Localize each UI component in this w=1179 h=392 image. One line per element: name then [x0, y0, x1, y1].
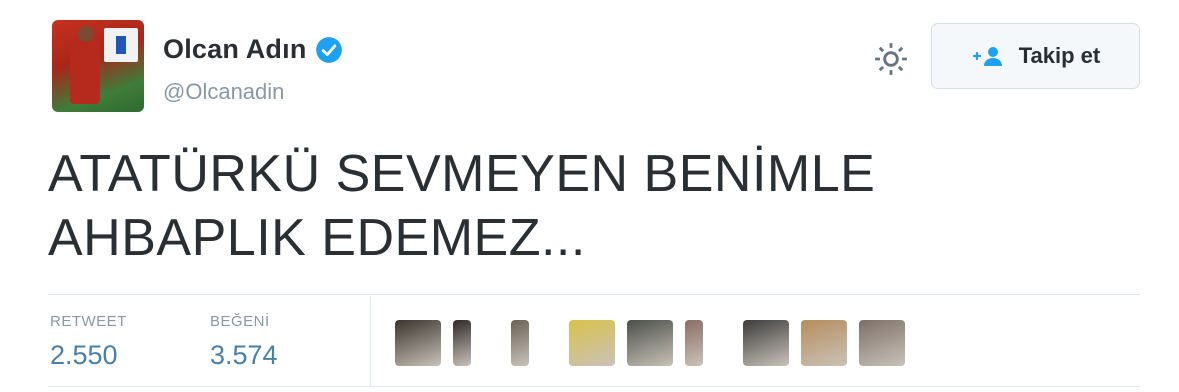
divider-vertical — [370, 296, 371, 386]
player-figure — [70, 34, 100, 104]
liker-avatar-1[interactable] — [395, 320, 441, 366]
avatar[interactable] — [52, 20, 144, 112]
like-stat[interactable]: BEĞENİ 3.574 — [210, 313, 278, 371]
liker-avatar-9[interactable] — [859, 320, 905, 366]
liker-avatar-7[interactable] — [743, 320, 789, 366]
like-label: BEĞENİ — [210, 313, 270, 330]
liker-avatar-3[interactable] — [511, 320, 529, 366]
follow-button[interactable]: Takip et — [931, 23, 1140, 89]
liker-avatar-8[interactable] — [801, 320, 847, 366]
tweet-line-2: AHBAPLIK EDEMEZ... — [48, 209, 586, 267]
retweet-stat[interactable]: RETWEET 2.550 — [50, 313, 127, 371]
liker-avatar-5[interactable] — [627, 320, 673, 366]
divider-bottom — [48, 386, 1140, 387]
retweet-count: 2.550 — [50, 340, 118, 370]
user-handle[interactable]: @Olcanadin — [163, 79, 284, 105]
tweet-line-1: ATATÜRKÜ SEVMEYEN BENİMLE — [48, 145, 876, 203]
likers-avatar-list — [395, 320, 917, 366]
follow-label: Takip et — [1018, 43, 1101, 68]
divider-top — [48, 294, 1140, 295]
add-user-icon — [972, 47, 1002, 66]
liker-avatar-2[interactable] — [453, 320, 471, 366]
player-head — [78, 26, 94, 42]
sponsor-board — [104, 28, 138, 62]
retweet-label: RETWEET — [50, 313, 127, 330]
display-name[interactable]: Olcan Adın — [163, 34, 307, 65]
gear-icon[interactable] — [872, 40, 910, 78]
name-row: Olcan Adın — [163, 34, 343, 65]
like-count: 3.574 — [210, 340, 278, 370]
tweet-text: ATATÜRKÜ SEVMEYEN BENİMLE AHBAPLIK EDEME… — [48, 142, 1048, 270]
liker-avatar-4[interactable] — [569, 320, 615, 366]
verified-badge-icon — [315, 36, 342, 63]
liker-avatar-6[interactable] — [685, 320, 703, 366]
